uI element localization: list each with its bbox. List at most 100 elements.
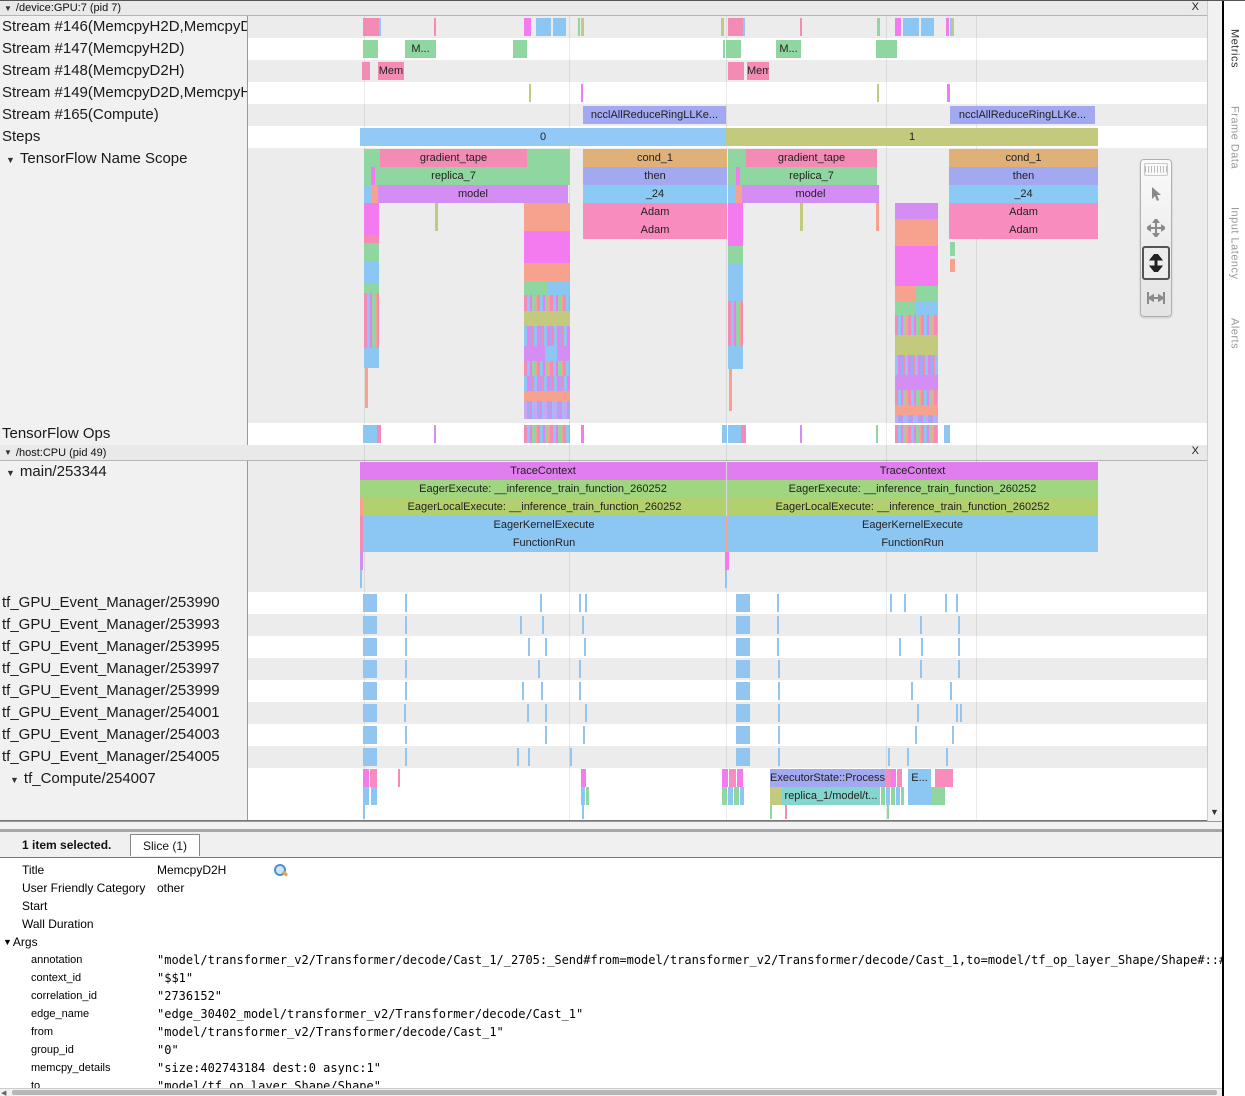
trace-tick[interactable] — [916, 301, 938, 315]
trace-tick[interactable] — [958, 660, 960, 678]
gpu-panel-expander-icon[interactable]: ▼ — [4, 4, 12, 13]
trace-tick[interactable] — [524, 295, 570, 311]
trace-tick[interactable] — [891, 769, 896, 787]
scrollbar-thumb[interactable] — [12, 1090, 1217, 1095]
trace-tick[interactable] — [581, 84, 583, 102]
trace-tick[interactable] — [876, 203, 879, 231]
trace-tick[interactable] — [545, 704, 547, 722]
trace-tick[interactable] — [915, 726, 917, 744]
trace-tick[interactable] — [777, 616, 779, 634]
trace-tick[interactable] — [542, 616, 544, 634]
trace-tick[interactable] — [583, 726, 585, 744]
trace-tick[interactable] — [946, 18, 949, 36]
trace-tick[interactable] — [363, 18, 379, 36]
trace-tick[interactable] — [728, 203, 743, 246]
trace-tick[interactable] — [363, 726, 377, 744]
track-canvas[interactable] — [248, 702, 1207, 724]
track-canvas[interactable]: M...M... — [248, 38, 1207, 60]
trace-tick[interactable] — [545, 638, 547, 656]
trace-slice[interactable]: then — [949, 167, 1098, 185]
trace-tick[interactable] — [741, 425, 746, 443]
trace-tick[interactable] — [728, 787, 733, 805]
trace-tick[interactable] — [901, 787, 904, 805]
trace-tick[interactable] — [364, 348, 379, 368]
trace-tick[interactable] — [363, 425, 377, 443]
trace-slice[interactable]: Adam — [583, 221, 727, 239]
trace-tick[interactable] — [785, 805, 787, 819]
trace-tick[interactable] — [435, 203, 438, 231]
trace-tick[interactable] — [876, 425, 878, 443]
trace-tick[interactable] — [527, 149, 570, 167]
trace-tick[interactable] — [364, 261, 379, 283]
trace-tick[interactable] — [770, 787, 782, 805]
trace-tick[interactable] — [364, 243, 379, 261]
trace-tick[interactable] — [524, 263, 570, 281]
trace-tick[interactable] — [736, 682, 750, 700]
trace-tick[interactable] — [524, 401, 570, 419]
trace-tick[interactable] — [528, 638, 530, 656]
trace-tick[interactable] — [895, 390, 938, 405]
track-canvas[interactable] — [248, 746, 1207, 768]
trace-slice[interactable]: EagerExecute: __inference_train_function… — [727, 480, 1098, 498]
trace-slice[interactable]: _24 — [583, 185, 727, 203]
trace-tick[interactable] — [935, 769, 953, 787]
trace-tick[interactable] — [778, 748, 780, 766]
trace-slice[interactable]: _24 — [949, 185, 1098, 203]
pan-tool-button[interactable] — [1143, 212, 1169, 244]
gpu-panel-close-button[interactable]: X — [1192, 1, 1199, 13]
trace-tick[interactable] — [736, 726, 750, 744]
trace-tick[interactable] — [950, 242, 955, 256]
trace-tick[interactable] — [363, 748, 377, 766]
trace-tick[interactable] — [778, 682, 780, 700]
trace-tick[interactable] — [524, 311, 570, 326]
trace-tick[interactable] — [363, 616, 377, 634]
trace-tick[interactable] — [584, 638, 586, 656]
trace-tick[interactable] — [721, 18, 724, 36]
trace-tick[interactable] — [363, 40, 378, 58]
trace-tick[interactable] — [888, 748, 890, 766]
trace-slice[interactable]: Adam — [949, 221, 1098, 239]
trace-tick[interactable] — [570, 748, 572, 766]
trace-tick[interactable] — [524, 231, 570, 263]
trace-tick[interactable] — [728, 62, 744, 80]
trace-tick[interactable] — [728, 185, 736, 203]
trace-tick[interactable] — [524, 18, 531, 36]
trace-tick[interactable] — [520, 616, 522, 634]
trace-tick[interactable] — [529, 84, 531, 102]
trace-tick[interactable] — [958, 616, 960, 634]
trace-tick[interactable] — [524, 203, 570, 231]
trace-tick[interactable] — [527, 167, 570, 185]
trace-tick[interactable] — [579, 594, 581, 612]
track-canvas[interactable]: ncclAllReduceRingLLKe...ncclAllReduceRin… — [248, 104, 1207, 126]
trace-tick[interactable] — [722, 787, 727, 805]
trace-tick[interactable] — [917, 704, 919, 722]
trace-tick[interactable] — [362, 62, 370, 80]
trace-tick[interactable] — [895, 246, 938, 286]
trace-tick[interactable] — [545, 726, 547, 744]
track-canvas[interactable] — [248, 636, 1207, 658]
trace-tick[interactable] — [364, 283, 379, 293]
trace-slice[interactable]: ncclAllReduceRingLLKe... — [583, 106, 726, 124]
trace-tick[interactable] — [581, 18, 584, 36]
trace-slice[interactable]: Mem — [747, 62, 769, 80]
trace-tick[interactable] — [725, 552, 729, 570]
trace-tick[interactable] — [877, 18, 880, 36]
trace-tick[interactable] — [578, 18, 580, 36]
trace-tick[interactable] — [958, 638, 960, 656]
trace-slice[interactable]: EagerExecute: __inference_train_function… — [360, 480, 726, 498]
trace-tick[interactable] — [585, 704, 587, 722]
trace-tick[interactable] — [365, 368, 368, 408]
zoom-vertical-tool-button[interactable] — [1142, 246, 1170, 280]
vertical-scrollbar[interactable]: ▼ — [1207, 1, 1222, 821]
trace-tick[interactable] — [890, 594, 892, 612]
trace-tick[interactable] — [581, 425, 584, 443]
args-expander-icon[interactable]: ▼ — [3, 937, 12, 947]
trace-tick[interactable] — [891, 787, 895, 805]
trace-tick[interactable] — [363, 638, 377, 656]
toolbar-drag-handle[interactable] — [1144, 163, 1168, 176]
trace-tick[interactable] — [726, 40, 741, 58]
trace-tick[interactable] — [895, 315, 938, 335]
trace-slice[interactable]: M... — [776, 40, 801, 58]
track-canvas[interactable] — [248, 724, 1207, 746]
trace-tick[interactable] — [398, 769, 400, 787]
